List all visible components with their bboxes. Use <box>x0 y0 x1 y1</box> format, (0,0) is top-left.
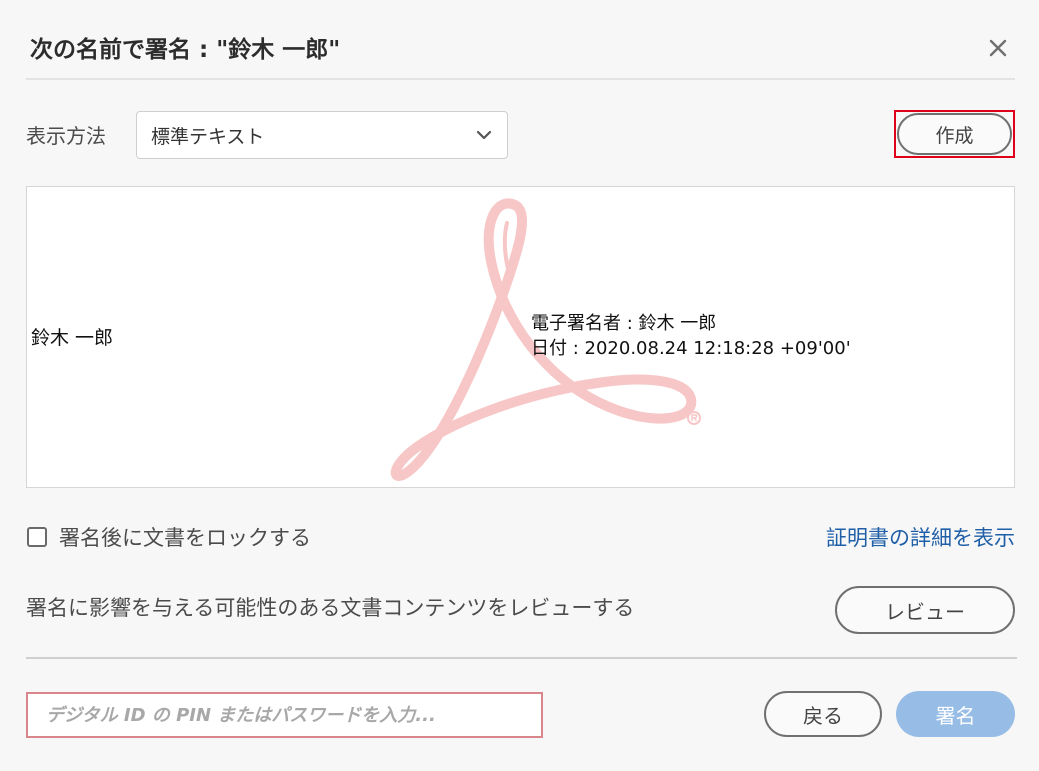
preview-date-line: 日付 : 2020.08.24 12:18:28 +09'00' <box>531 338 851 359</box>
appearance-select[interactable]: 標準テキスト <box>136 111 508 159</box>
sign-dialog: 次の名前で署名 : "鈴木 一郎" 表示方法 標準テキスト 作成 鈴木 一郎 電… <box>0 0 1039 771</box>
certificate-details-link[interactable]: 証明書の詳細を表示 <box>826 522 1015 552</box>
back-button[interactable]: 戻る <box>764 691 882 737</box>
close-icon <box>989 39 1007 57</box>
lock-checkbox-label: 署名後に文書をロックする <box>59 526 311 550</box>
lock-checkbox[interactable] <box>27 527 47 547</box>
dialog-title: 次の名前で署名 : "鈴木 一郎" <box>30 37 341 63</box>
pin-password-input[interactable] <box>26 692 543 738</box>
appearance-label: 表示方法 <box>26 124 106 148</box>
title-divider <box>26 78 1015 80</box>
preview-details: 電子署名者 : 鈴木 一郎 日付 : 2020.08.24 12:18:28 +… <box>531 311 851 361</box>
registered-mark <box>687 411 701 425</box>
sign-button[interactable]: 署名 <box>896 691 1015 737</box>
signature-preview: 鈴木 一郎 電子署名者 : 鈴木 一郎 日付 : 2020.08.24 12:1… <box>26 186 1015 488</box>
appearance-select-value: 標準テキスト <box>151 125 265 148</box>
lock-document-option[interactable]: 署名後に文書をロックする <box>27 522 311 552</box>
review-description: 署名に影響を与える可能性のある文書コンテンツをレビューする <box>26 596 635 620</box>
review-button[interactable]: レビュー <box>835 586 1015 634</box>
chevron-down-icon <box>476 130 492 140</box>
footer-divider <box>26 657 1017 659</box>
preview-signer-line: 電子署名者 : 鈴木 一郎 <box>531 313 717 334</box>
create-button[interactable]: 作成 <box>897 113 1012 155</box>
close-button[interactable] <box>984 34 1012 62</box>
preview-signer-name: 鈴木 一郎 <box>31 327 114 349</box>
